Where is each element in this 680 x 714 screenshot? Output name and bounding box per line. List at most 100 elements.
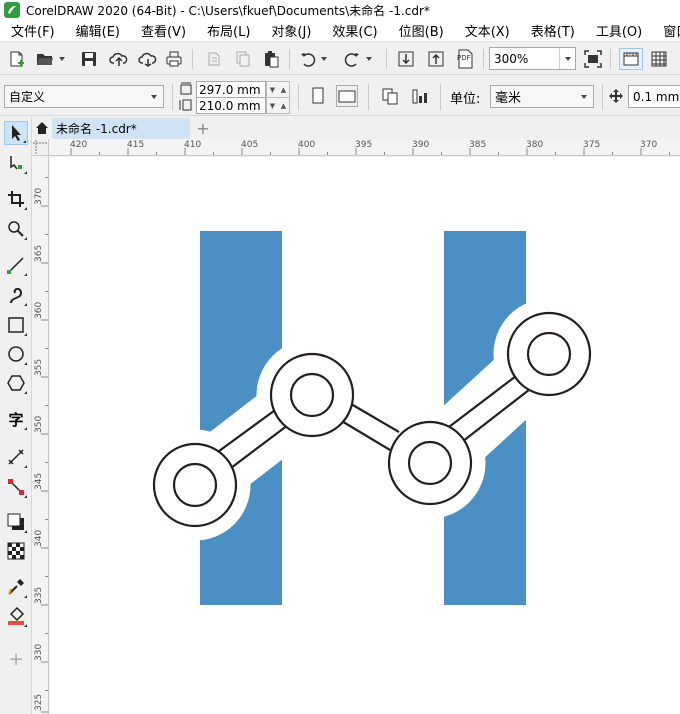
freehand-tool[interactable] — [4, 253, 28, 277]
menu-effects[interactable]: 效果(C) — [321, 21, 387, 40]
node-4-inner — [526, 331, 572, 377]
coreldraw-logo-icon — [4, 2, 20, 18]
menu-view[interactable]: 查看(V) — [130, 21, 196, 40]
paste-button[interactable] — [260, 48, 282, 70]
full-screen-icon — [584, 50, 602, 68]
transparency-tool[interactable] — [4, 539, 28, 563]
vertical-ruler-ticks — [41, 177, 48, 713]
rectangle-tool[interactable] — [4, 313, 28, 337]
crop-tool[interactable] — [4, 187, 28, 211]
ruler-tick-label: 355 — [34, 358, 44, 376]
cloud-upload-button[interactable] — [108, 48, 130, 70]
page-height-spinner[interactable]: ▼ ▲ — [266, 97, 290, 114]
polygon-icon — [7, 375, 25, 391]
menu-table[interactable]: 表格(T) — [520, 21, 585, 40]
ruler-tick-label: 335 — [34, 586, 44, 604]
new-tab-button[interactable]: + — [194, 119, 212, 138]
connector-tool[interactable] — [4, 475, 28, 499]
artistic-media-tool[interactable] — [4, 283, 28, 307]
publish-pdf-button[interactable]: PDF — [453, 48, 477, 70]
show-grid-button[interactable] — [648, 48, 670, 70]
text-tool[interactable]: 字 — [4, 407, 28, 431]
svg-text:PDF: PDF — [457, 54, 471, 62]
page-width-spinner[interactable]: ▼ ▲ — [266, 81, 290, 98]
landscape-icon — [338, 90, 356, 103]
folder-open-icon — [37, 54, 53, 65]
drawing-canvas[interactable] — [50, 157, 680, 714]
export-button[interactable] — [425, 48, 447, 70]
propbar-separator — [602, 84, 603, 110]
undo-dropdown-button[interactable] — [318, 48, 330, 70]
menu-text[interactable]: 文本(X) — [454, 21, 520, 40]
menu-tools[interactable]: 工具(O) — [585, 21, 652, 40]
shape-node-icon — [10, 156, 22, 170]
ellipse-icon — [8, 346, 24, 362]
menu-bitmaps[interactable]: 位图(B) — [388, 21, 454, 40]
menu-object[interactable]: 对象(J) — [260, 21, 321, 40]
menu-window[interactable]: 窗口 — [652, 21, 680, 40]
open-button[interactable] — [34, 48, 56, 70]
import-button[interactable] — [395, 48, 417, 70]
landscape-button[interactable] — [336, 85, 358, 107]
document-tab-bar: 未命名 -1.cdr* + — [32, 117, 680, 139]
flyout-indicator — [24, 465, 27, 468]
ruler-origin-corner[interactable] — [32, 139, 49, 156]
units-select[interactable]: 毫米 — [490, 85, 594, 108]
toolbox: 字 + — [0, 117, 32, 714]
zoom-tool[interactable] — [4, 217, 28, 241]
page-size-preset-select[interactable]: 自定义 — [4, 85, 164, 108]
page-height-field[interactable]: 210.0 mm — [196, 97, 266, 114]
all-pages-button[interactable] — [379, 85, 401, 107]
page-width-field[interactable]: 297.0 mm — [196, 81, 266, 98]
node-1-inner — [172, 462, 218, 508]
add-tool-button[interactable]: + — [4, 647, 28, 671]
new-document-button[interactable] — [6, 48, 28, 70]
dimension-line-icon — [8, 449, 24, 465]
chevron-down-icon — [366, 57, 372, 61]
eyedropper-tool[interactable] — [4, 575, 28, 599]
horizontal-ruler[interactable]: 420 415 410 405 400 395 390 385 380 375 … — [49, 139, 680, 156]
welcome-home-tab[interactable] — [32, 117, 52, 139]
shape-tool[interactable] — [4, 151, 28, 175]
drop-shadow-tool[interactable] — [4, 510, 28, 534]
open-dropdown-button[interactable] — [56, 48, 68, 70]
portrait-button[interactable] — [307, 85, 329, 107]
dimension-tool[interactable] — [4, 445, 28, 469]
zoom-dropdown-arrow[interactable] — [559, 48, 575, 69]
flyout-indicator — [24, 303, 27, 306]
nudge-distance-field[interactable]: 0.1 mm — [628, 85, 680, 108]
menu-file[interactable]: 文件(F) — [0, 21, 65, 40]
propbar-separator — [172, 84, 173, 110]
interactive-fill-tool[interactable] — [4, 604, 28, 628]
node-2-inner — [289, 372, 335, 418]
ruler-tick-label: 365 — [34, 244, 44, 262]
menu-edit[interactable]: 编辑(E) — [65, 21, 130, 40]
crop-icon — [8, 191, 24, 207]
zoom-level-select[interactable]: 300% — [489, 47, 576, 70]
ruler-tick-label: 405 — [241, 140, 259, 150]
menu-layout[interactable]: 布局(L) — [196, 21, 260, 40]
spin-down-icon: ▼ — [269, 101, 276, 110]
undo-button[interactable] — [297, 48, 319, 70]
cloud-sync-button[interactable] — [137, 48, 159, 70]
drop-shadow-icon — [7, 513, 24, 530]
save-button[interactable] — [78, 48, 100, 70]
document-tab[interactable]: 未命名 -1.cdr* — [52, 118, 190, 139]
ruler-tick-label: 415 — [127, 140, 145, 150]
polygon-tool[interactable] — [4, 371, 28, 395]
print-icon — [166, 51, 182, 67]
ruler-tick-label: 385 — [469, 140, 487, 150]
redo-button[interactable] — [341, 48, 363, 70]
copy-button[interactable] — [232, 48, 254, 70]
ellipse-tool[interactable] — [4, 342, 28, 366]
show-rulers-button[interactable] — [619, 48, 643, 70]
ruler-tick-label: 340 — [34, 529, 44, 547]
cut-button[interactable] — [203, 48, 225, 70]
pick-tool[interactable] — [4, 121, 28, 145]
redo-dropdown-button[interactable] — [363, 48, 375, 70]
print-button[interactable] — [163, 48, 185, 70]
full-screen-preview-button[interactable] — [582, 48, 604, 70]
vertical-ruler[interactable]: 370 365 360 355 350 345 340 335 330 325 — [32, 156, 49, 714]
current-page-button[interactable] — [409, 85, 431, 107]
standard-toolbar: PDF — [0, 43, 680, 75]
